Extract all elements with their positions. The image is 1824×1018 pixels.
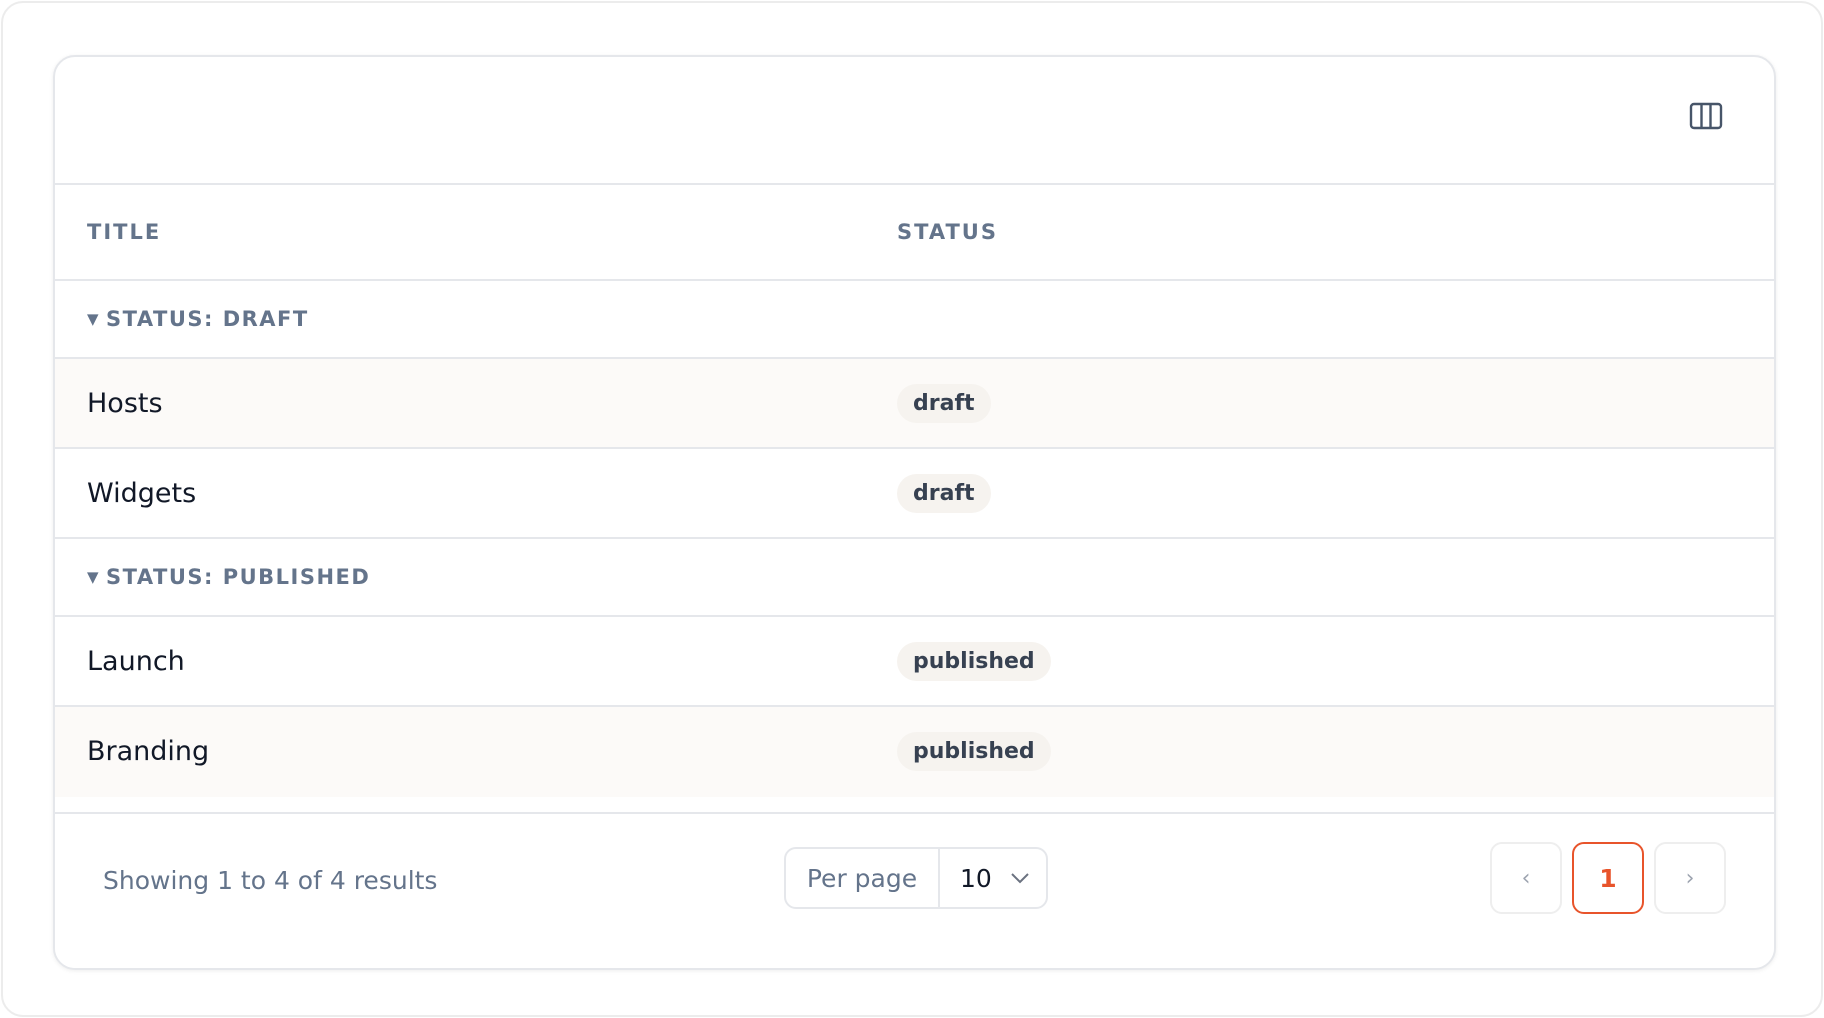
table-header: Title Status [55, 185, 1774, 281]
table-row[interactable]: Hosts draft [55, 359, 1774, 449]
columns-icon [1689, 102, 1723, 130]
column-header-status[interactable]: Status [897, 185, 998, 279]
per-page-value: 10 [960, 863, 992, 893]
previous-page-button[interactable]: ‹ [1490, 842, 1562, 914]
group-label: Status: published [106, 565, 371, 589]
group-toggle-draft[interactable]: ▼ Status: draft [87, 281, 309, 357]
cell-title: Widgets [87, 477, 197, 509]
group-toggle-published[interactable]: ▼ Status: published [87, 539, 370, 615]
group-row-draft[interactable]: ▼ Status: draft [55, 281, 1774, 359]
column-toggle-button[interactable] [1686, 99, 1726, 133]
table-footer: Showing 1 to 4 of 4 results Per page 10 … [55, 812, 1774, 968]
per-page-control: Per page 10 [784, 847, 1048, 909]
cell-status: published [897, 707, 1051, 795]
cell-status: draft [897, 359, 991, 447]
status-badge: draft [897, 383, 991, 423]
next-page-button[interactable]: › [1654, 842, 1726, 914]
results-summary: Showing 1 to 4 of 4 results [103, 865, 438, 895]
cell-title: Launch [87, 645, 185, 677]
status-badge: published [897, 731, 1051, 771]
cell-title: Hosts [87, 387, 163, 419]
group-row-published[interactable]: ▼ Status: published [55, 539, 1774, 617]
cell-title: Branding [87, 735, 210, 767]
status-badge: published [897, 641, 1051, 681]
status-badge: draft [897, 473, 991, 513]
table-row[interactable]: Launch published [55, 617, 1774, 707]
caret-down-icon: ▼ [87, 310, 101, 328]
table-card: Title Status ▼ Status: draft Hosts draft… [53, 55, 1776, 970]
pagination: ‹ 1 › [1490, 842, 1726, 914]
cell-status: draft [897, 449, 991, 537]
caret-down-icon: ▼ [87, 568, 101, 586]
cell-status: published [897, 617, 1051, 705]
group-label: Status: draft [106, 307, 309, 331]
per-page-label: Per page [786, 849, 940, 907]
window-frame: Title Status ▼ Status: draft Hosts draft… [1, 1, 1823, 1017]
page-button-current[interactable]: 1 [1572, 842, 1644, 914]
per-page-select[interactable]: 10 [940, 849, 1046, 907]
table-toolbar [55, 57, 1774, 185]
table-row[interactable]: Branding published [55, 707, 1774, 797]
table-row[interactable]: Widgets draft [55, 449, 1774, 539]
chevron-down-icon [1011, 873, 1029, 884]
column-header-title[interactable]: Title [87, 185, 161, 279]
